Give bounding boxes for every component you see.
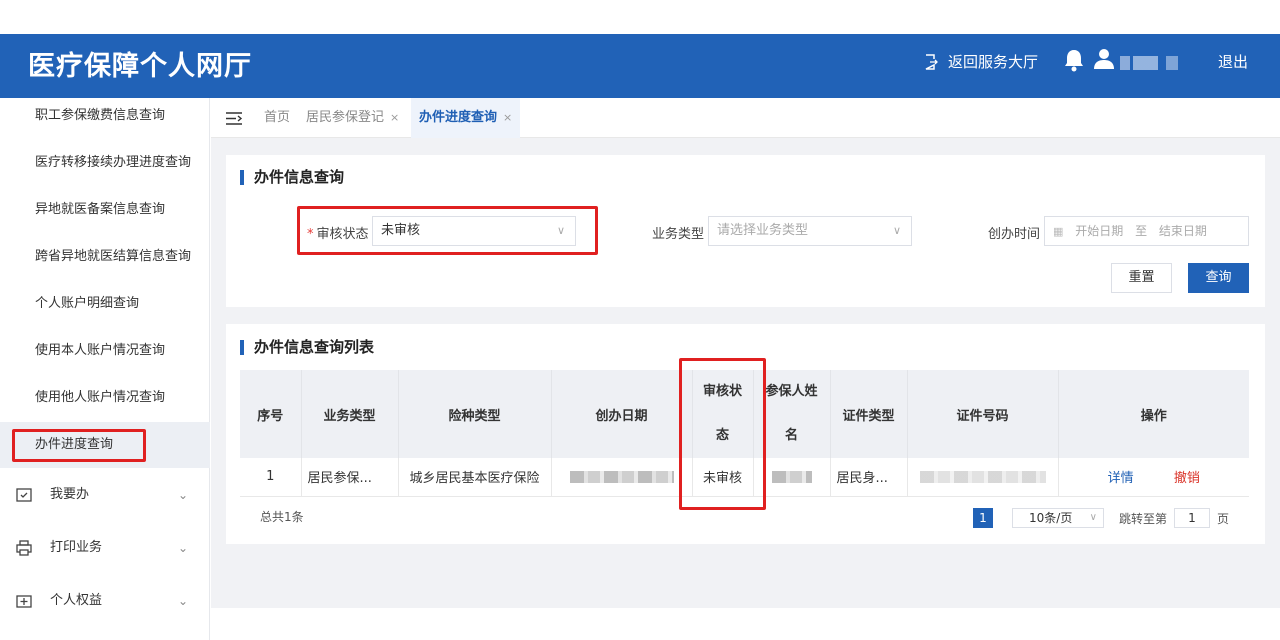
rights-icon: [16, 595, 32, 608]
col-actions: 操作: [1058, 370, 1249, 458]
range-separator: 至: [1135, 224, 1148, 238]
col-id-number: 证件号码: [907, 370, 1059, 458]
col-insurance-type: 险种类型: [398, 370, 552, 458]
app-header: 医疗保障个人网厅 返回服务大厅 退出: [0, 34, 1280, 98]
reset-button[interactable]: 重置: [1111, 263, 1172, 293]
table-header-row: 序号 业务类型 险种类型 创办日期 审核状态 参保人姓名 证件类型 证件号码 操…: [240, 370, 1249, 458]
chevron-down-icon: ⌄: [178, 541, 189, 555]
cell-business-type: 居民参保...: [301, 458, 399, 497]
username-blurred: [1120, 56, 1178, 70]
sidebar-item-account-detail[interactable]: 个人账户明细查询: [0, 281, 210, 327]
tab-home[interactable]: 首页: [264, 98, 290, 138]
table-row: 1 居民参保... 城乡居民基本医疗保险 未审核 居民身... 详情 撤销: [240, 458, 1249, 497]
cell-index: 1: [240, 458, 302, 497]
cell-insurance-type: 城乡居民基本医疗保险: [398, 458, 552, 497]
exit-door-icon: [925, 53, 938, 70]
status-select-value: 未审核: [381, 223, 421, 238]
sidebar-item-case-progress[interactable]: 办件进度查询: [0, 422, 210, 468]
page-number-current[interactable]: 1: [973, 508, 993, 528]
col-review-status: 审核状态: [692, 370, 754, 458]
chevron-down-icon: ⌄: [178, 594, 189, 608]
business-type-placeholder: 请选择业务类型: [717, 223, 809, 238]
return-to-hall-link[interactable]: 返回服务大厅: [924, 51, 1038, 72]
col-created-date: 创办日期: [551, 370, 693, 458]
logout-button[interactable]: 退出: [1218, 51, 1248, 72]
list-title: 办件信息查询列表: [240, 340, 374, 355]
sidebar-item-own-account-usage[interactable]: 使用本人账户情况查询: [0, 328, 210, 374]
col-insured-name: 参保人姓名: [753, 370, 831, 458]
col-id-type: 证件类型: [830, 370, 908, 458]
return-label: 返回服务大厅: [948, 53, 1039, 71]
total-count: 总共1条: [260, 510, 304, 524]
detail-link[interactable]: 详情: [1108, 471, 1134, 486]
jump-label: 跳转至第: [1119, 512, 1168, 526]
col-business-type: 业务类型: [301, 370, 399, 458]
search-title: 办件信息查询: [240, 170, 344, 185]
user-icon[interactable]: [1093, 48, 1115, 74]
main-content: 首页 居民参保登记 × 办件进度查询 × 办件信息查询 * 审核状态 未审核 ∨ 业务…: [211, 98, 1280, 608]
chevron-down-icon: ∨: [892, 224, 901, 237]
search-card: 办件信息查询 * 审核状态 未审核 ∨ 业务类型 请选择业务类型 ∨ 创办时间 ▦…: [226, 155, 1265, 307]
cell-id-number: [907, 458, 1059, 497]
created-date-blurred: [569, 470, 674, 483]
id-number-blurred: [919, 470, 1046, 483]
status-label: * 审核状态: [307, 223, 369, 242]
cell-review-status: 未审核: [692, 458, 754, 497]
sidebar-group-todo[interactable]: 我要办 ⌄: [0, 472, 210, 518]
bell-icon[interactable]: [1063, 48, 1085, 76]
close-icon[interactable]: ×: [390, 111, 399, 124]
status-select[interactable]: 未审核 ∨: [372, 216, 576, 246]
cell-id-type: 居民身...: [830, 458, 908, 497]
cell-created-date: [551, 458, 693, 497]
chevron-down-icon: ⌄: [178, 488, 189, 502]
tab-bar: 首页 居民参保登记 × 办件进度查询 ×: [211, 98, 1280, 138]
business-type-label: 业务类型: [652, 227, 705, 242]
close-icon[interactable]: ×: [503, 111, 512, 124]
result-table: 序号 业务类型 险种类型 创办日期 审核状态 参保人姓名 证件类型 证件号码 操…: [240, 370, 1249, 497]
page-size-select[interactable]: 10条/页 ∨: [1012, 508, 1104, 528]
revoke-link[interactable]: 撤销: [1174, 471, 1200, 486]
cell-insured-name: [753, 458, 831, 497]
tab-label: 首页: [264, 110, 291, 125]
sidebar-group-print[interactable]: 打印业务 ⌄: [0, 525, 210, 571]
insured-name-blurred: [771, 470, 812, 483]
cell-actions: 详情 撤销: [1058, 458, 1249, 497]
end-date-placeholder: 结束日期: [1158, 224, 1207, 238]
todo-icon: [16, 488, 32, 502]
sidebar-item-employee-payment[interactable]: 职工参保缴费信息查询: [0, 93, 210, 139]
start-date-placeholder: 开始日期: [1075, 224, 1124, 238]
query-button[interactable]: 查询: [1188, 263, 1249, 293]
app-title: 医疗保障个人网厅: [28, 51, 252, 82]
sidebar-item-transfer-progress[interactable]: 医疗转移接续办理进度查询: [0, 140, 210, 186]
page-size-value: 10条/页: [1029, 511, 1073, 525]
required-mark: *: [307, 227, 314, 242]
jump-unit: 页: [1217, 512, 1230, 526]
sidebar-group-label: 我要办: [50, 487, 90, 502]
printer-icon: [16, 540, 32, 556]
jump-page-input[interactable]: 1: [1174, 508, 1210, 528]
top-strip: [0, 0, 1280, 34]
tab-label: 办件进度查询: [419, 110, 498, 125]
sidebar-item-cross-province[interactable]: 跨省异地就医结算信息查询: [0, 234, 210, 280]
sidebar-group-label: 打印业务: [50, 540, 103, 555]
chevron-down-icon: ∨: [1089, 512, 1097, 523]
sidebar-item-remote-filing[interactable]: 异地就医备案信息查询: [0, 187, 210, 233]
sidebar-group-label: 个人权益: [50, 593, 103, 608]
sidebar: 职工参保缴费信息查询 医疗转移接续办理进度查询 异地就医备案信息查询 跨省异地就…: [0, 98, 210, 640]
sidebar-item-others-account-usage[interactable]: 使用他人账户情况查询: [0, 375, 210, 421]
tab-label: 居民参保登记: [306, 110, 385, 125]
tab-case-progress[interactable]: 办件进度查询 ×: [411, 98, 521, 138]
business-type-select[interactable]: 请选择业务类型 ∨: [708, 216, 912, 246]
created-time-label: 创办时间: [988, 227, 1041, 242]
sidebar-group-rights[interactable]: 个人权益 ⌄: [0, 578, 210, 624]
chevron-down-icon: ∨: [556, 224, 565, 237]
date-range-picker[interactable]: ▦ 开始日期 至 结束日期: [1044, 216, 1249, 246]
col-index: 序号: [240, 370, 302, 458]
list-card: 办件信息查询列表 序号 业务类型 险种类型 创办日期 审核状态 参保人姓名 证件…: [226, 324, 1265, 544]
status-label-text: 审核状态: [316, 227, 369, 242]
calendar-icon: ▦: [1053, 225, 1064, 238]
menu-collapse-icon[interactable]: [225, 111, 243, 126]
tab-resident-registration[interactable]: 居民参保登记 ×: [306, 98, 399, 138]
